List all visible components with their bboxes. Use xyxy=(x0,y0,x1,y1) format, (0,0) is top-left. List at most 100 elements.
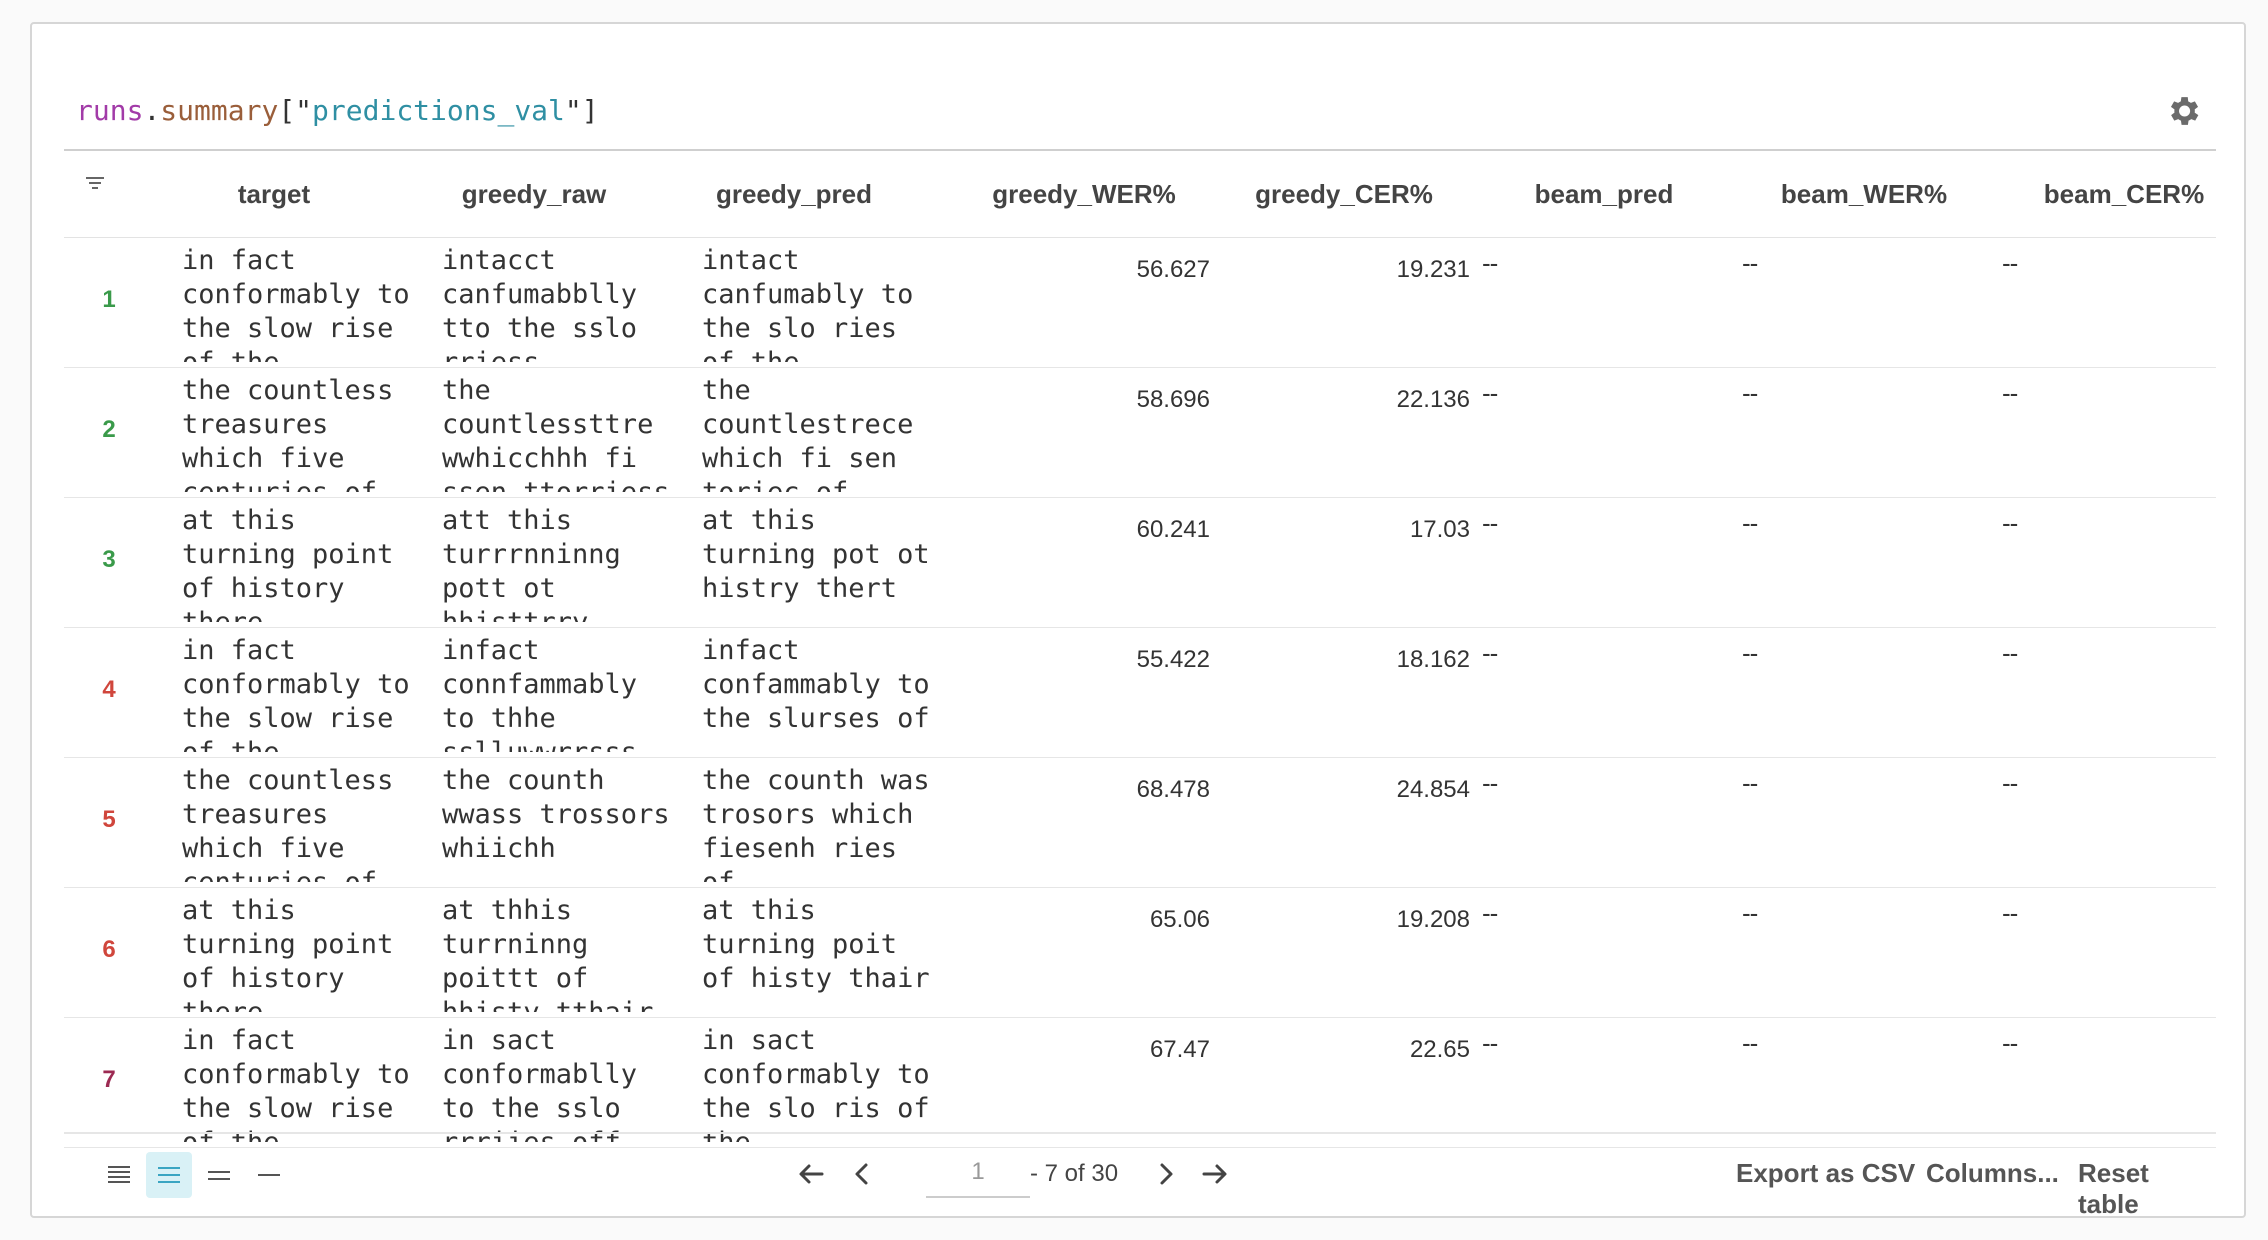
row-index: 6 xyxy=(102,936,116,963)
cell-beam-cer: -- xyxy=(2002,638,2018,668)
cell-greedy-raw: intacct canfumabblly tto the sslo rriess xyxy=(442,245,638,362)
cell-beam-wer: -- xyxy=(1742,768,1758,798)
cell-greedy-cer: 22.65 xyxy=(1409,1036,1470,1063)
cell-greedy-pred: infact confammably to the slurses of xyxy=(702,635,930,734)
cell-greedy-raw: the counth wwass trossors whiichh xyxy=(442,765,670,864)
row-index: 7 xyxy=(102,1066,116,1093)
next-page-icon[interactable] xyxy=(1146,1154,1186,1194)
cell-beam-wer: -- xyxy=(1742,248,1758,278)
table-header: target greedy_raw greedy_pred greedy_WER… xyxy=(64,149,2216,238)
cell-beam-wer: -- xyxy=(1742,508,1758,538)
gear-icon[interactable] xyxy=(2164,92,2202,130)
query-open: [" xyxy=(278,94,313,127)
cell-beam-cer: -- xyxy=(2002,508,2018,538)
column-header-greedy-raw[interactable]: greedy_raw xyxy=(414,151,654,237)
cell-greedy-wer: 55.422 xyxy=(1136,646,1210,673)
cell-greedy-raw: att this turrrnninng pott ot hhisttrry xyxy=(442,505,621,622)
cell-greedy-cer: 19.208 xyxy=(1396,906,1470,933)
cell-greedy-raw: at thhis turrninng poittt of hhisty ttha… xyxy=(442,895,653,1012)
table-row[interactable]: 7 in fact conformably to the slow rise o… xyxy=(64,1018,2216,1148)
query-close: "] xyxy=(564,94,599,127)
cell-greedy-wer: 60.241 xyxy=(1136,516,1210,543)
filter-icon[interactable] xyxy=(84,173,106,195)
first-page-icon[interactable] xyxy=(792,1154,832,1194)
query-dot: . xyxy=(143,94,161,127)
cell-greedy-cer: 18.162 xyxy=(1396,646,1470,673)
cell-greedy-wer: 56.627 xyxy=(1136,256,1210,283)
column-header-beam-pred[interactable]: beam_pred xyxy=(1474,151,1734,237)
page-number-input[interactable] xyxy=(926,1148,1030,1198)
cell-beam-pred: -- xyxy=(1482,768,1498,798)
column-header-greedy-cer[interactable]: greedy_CER% xyxy=(1214,151,1474,237)
cell-greedy-cer: 19.231 xyxy=(1396,256,1470,283)
table-row[interactable]: 2 the countless treasures which five cen… xyxy=(64,368,2216,498)
cell-target: the countless treasures which five centu… xyxy=(182,375,394,492)
cell-target: in fact conformably to the slow rise of … xyxy=(182,245,410,362)
cell-beam-cer: -- xyxy=(2002,248,2018,278)
row-index: 5 xyxy=(102,806,116,833)
page-range-text: - 7 of 30 xyxy=(1030,1160,1119,1187)
density-normal-icon[interactable] xyxy=(196,1152,242,1198)
column-header-target[interactable]: target xyxy=(154,151,394,237)
cell-greedy-raw: in sact conformablly to the sslo rrriies… xyxy=(442,1025,638,1142)
reset-table-button[interactable]: Reset table xyxy=(2078,1158,2216,1220)
cell-greedy-pred: intact canfumably to the slo ries of the xyxy=(702,245,914,362)
cell-target: at this turning point of history there xyxy=(182,505,394,622)
density-extra-compact-icon[interactable] xyxy=(96,1152,142,1198)
cell-greedy-cer: 22.136 xyxy=(1396,386,1470,413)
cell-target: the countless treasures which five centu… xyxy=(182,765,394,882)
cell-target: at this turning point of history there xyxy=(182,895,394,1012)
column-header-greedy-wer[interactable]: greedy_WER% xyxy=(954,151,1214,237)
cell-target: in fact conformably to the slow rise of … xyxy=(182,635,410,752)
row-index: 2 xyxy=(102,416,116,443)
density-single-line-icon[interactable] xyxy=(246,1152,292,1198)
columns-button[interactable]: Columns... xyxy=(1926,1158,2059,1189)
data-table: target greedy_raw greedy_pred greedy_WER… xyxy=(64,149,2216,1148)
query-key: predictions_val xyxy=(312,94,565,127)
cell-greedy-wer: 68.478 xyxy=(1136,776,1210,803)
column-header-beam-wer[interactable]: beam_WER% xyxy=(1734,151,1994,237)
row-index: 3 xyxy=(102,546,116,573)
cell-greedy-raw: the countlessttre wwhicchhh fi ssen ttor… xyxy=(442,375,670,492)
cell-greedy-wer: 58.696 xyxy=(1136,386,1210,413)
cell-greedy-pred: the counth was trosors which fiesenh rie… xyxy=(702,765,930,882)
export-csv-button[interactable]: Export as CSV xyxy=(1736,1158,1915,1189)
table-row[interactable]: 6 at this turning point of history there… xyxy=(64,888,2216,1018)
column-header-greedy-pred[interactable]: greedy_pred xyxy=(674,151,914,237)
cell-target: in fact conformably to the slow rise of … xyxy=(182,1025,410,1142)
cell-greedy-raw: infact connfammably to thhe sslluwwrrsss xyxy=(442,635,638,752)
cell-greedy-wer: 67.47 xyxy=(1149,1036,1210,1063)
prev-page-icon[interactable] xyxy=(842,1154,882,1194)
density-compact-icon[interactable] xyxy=(146,1152,192,1198)
cell-greedy-pred: at this turning poit of histy thair xyxy=(702,895,930,994)
cell-beam-wer: -- xyxy=(1742,378,1758,408)
table-row[interactable]: 3 at this turning point of history there… xyxy=(64,498,2216,628)
cell-beam-pred: -- xyxy=(1482,248,1498,278)
cell-greedy-cer: 24.854 xyxy=(1396,776,1470,803)
last-page-icon[interactable] xyxy=(1194,1154,1234,1194)
table-footer: - 7 of 30 Export as CSV Columns... Reset… xyxy=(64,1132,2216,1219)
table-row[interactable]: 5 the countless treasures which five cen… xyxy=(64,758,2216,888)
cell-beam-wer: -- xyxy=(1742,638,1758,668)
query-expression[interactable]: runs.summary["predictions_val"] xyxy=(76,94,599,127)
cell-beam-pred: -- xyxy=(1482,508,1498,538)
cell-greedy-pred: in sact conformably to the slo ris of th… xyxy=(702,1025,930,1142)
cell-greedy-pred: the countlestrece which fi sen toriec of xyxy=(702,375,914,492)
cell-greedy-pred: at this turning pot ot histry thert xyxy=(702,505,930,604)
row-index: 1 xyxy=(102,286,116,313)
cell-greedy-cer: 17.03 xyxy=(1409,516,1470,543)
table-row[interactable]: 1 in fact conformably to the slow rise o… xyxy=(64,238,2216,368)
cell-beam-wer: -- xyxy=(1742,1028,1758,1058)
cell-beam-pred: -- xyxy=(1482,898,1498,928)
cell-beam-wer: -- xyxy=(1742,898,1758,928)
cell-beam-cer: -- xyxy=(2002,768,2018,798)
cell-beam-pred: -- xyxy=(1482,1028,1498,1058)
cell-beam-cer: -- xyxy=(2002,1028,2018,1058)
table-panel: runs.summary["predictions_val"] target g… xyxy=(30,22,2246,1219)
table-row[interactable]: 4 in fact conformably to the slow rise o… xyxy=(64,628,2216,758)
query-object: runs xyxy=(76,94,144,127)
row-index: 4 xyxy=(102,676,116,703)
cell-beam-cer: -- xyxy=(2002,898,2018,928)
column-header-beam-cer[interactable]: beam_CER% xyxy=(1994,151,2254,237)
cell-beam-cer: -- xyxy=(2002,378,2018,408)
